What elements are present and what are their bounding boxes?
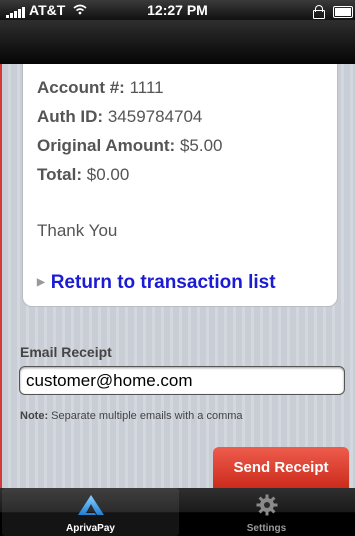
total-value: $0.00	[86, 165, 130, 184]
navigation-bar	[0, 20, 355, 64]
original-amount-label: Original Amount:	[37, 136, 176, 155]
auth-id-value: 3459784704	[107, 107, 203, 126]
total-label: Total:	[37, 165, 83, 184]
clock: 12:27 PM	[147, 2, 208, 18]
send-receipt-button[interactable]: Send Receipt	[213, 447, 349, 488]
return-link-label: Return to transaction list	[50, 272, 276, 293]
lock-icon	[313, 4, 326, 19]
email-receipt-label: Email Receipt	[20, 344, 112, 360]
note-label: Note:	[20, 410, 49, 422]
note-text: Separate multiple emails with a comma	[51, 410, 243, 422]
gear-icon	[256, 494, 277, 516]
tab-settings[interactable]: Settings	[178, 488, 355, 536]
account-row: Account #: 1111	[37, 78, 164, 98]
content-area[interactable]: Account #: 1111 Auth ID: 3459784704 Orig…	[0, 64, 355, 488]
disclosure-triangle-icon: ▶	[37, 277, 45, 289]
receipt-card: Account #: 1111 Auth ID: 3459784704 Orig…	[22, 64, 338, 307]
thank-you-text: Thank You	[37, 221, 118, 240]
original-amount-row: Original Amount: $5.00	[37, 136, 222, 156]
tab-bar: AprivaPay Settings	[0, 488, 355, 536]
auth-id-row: Auth ID: 3459784704	[37, 107, 202, 127]
battery-icon	[333, 6, 353, 19]
email-note: Note: Separate multiple emails with a co…	[20, 410, 243, 422]
tab-aprivapay-label: AprivaPay	[66, 523, 115, 534]
auth-id-label: Auth ID:	[37, 107, 104, 126]
return-to-transactions-link[interactable]: ▶ Return to transaction list	[37, 272, 276, 294]
account-value: 1111	[129, 78, 164, 97]
account-label: Account #:	[37, 78, 125, 97]
tab-aprivapay[interactable]: AprivaPay	[2, 488, 179, 536]
apriva-logo-icon	[77, 495, 104, 515]
original-amount-value: $5.00	[179, 136, 223, 155]
tab-settings-label: Settings	[246, 523, 287, 534]
status-bar: AT&T 12:27 PM	[0, 0, 355, 20]
email-input[interactable]	[19, 366, 345, 395]
total-row: Total: $0.00	[37, 165, 129, 185]
